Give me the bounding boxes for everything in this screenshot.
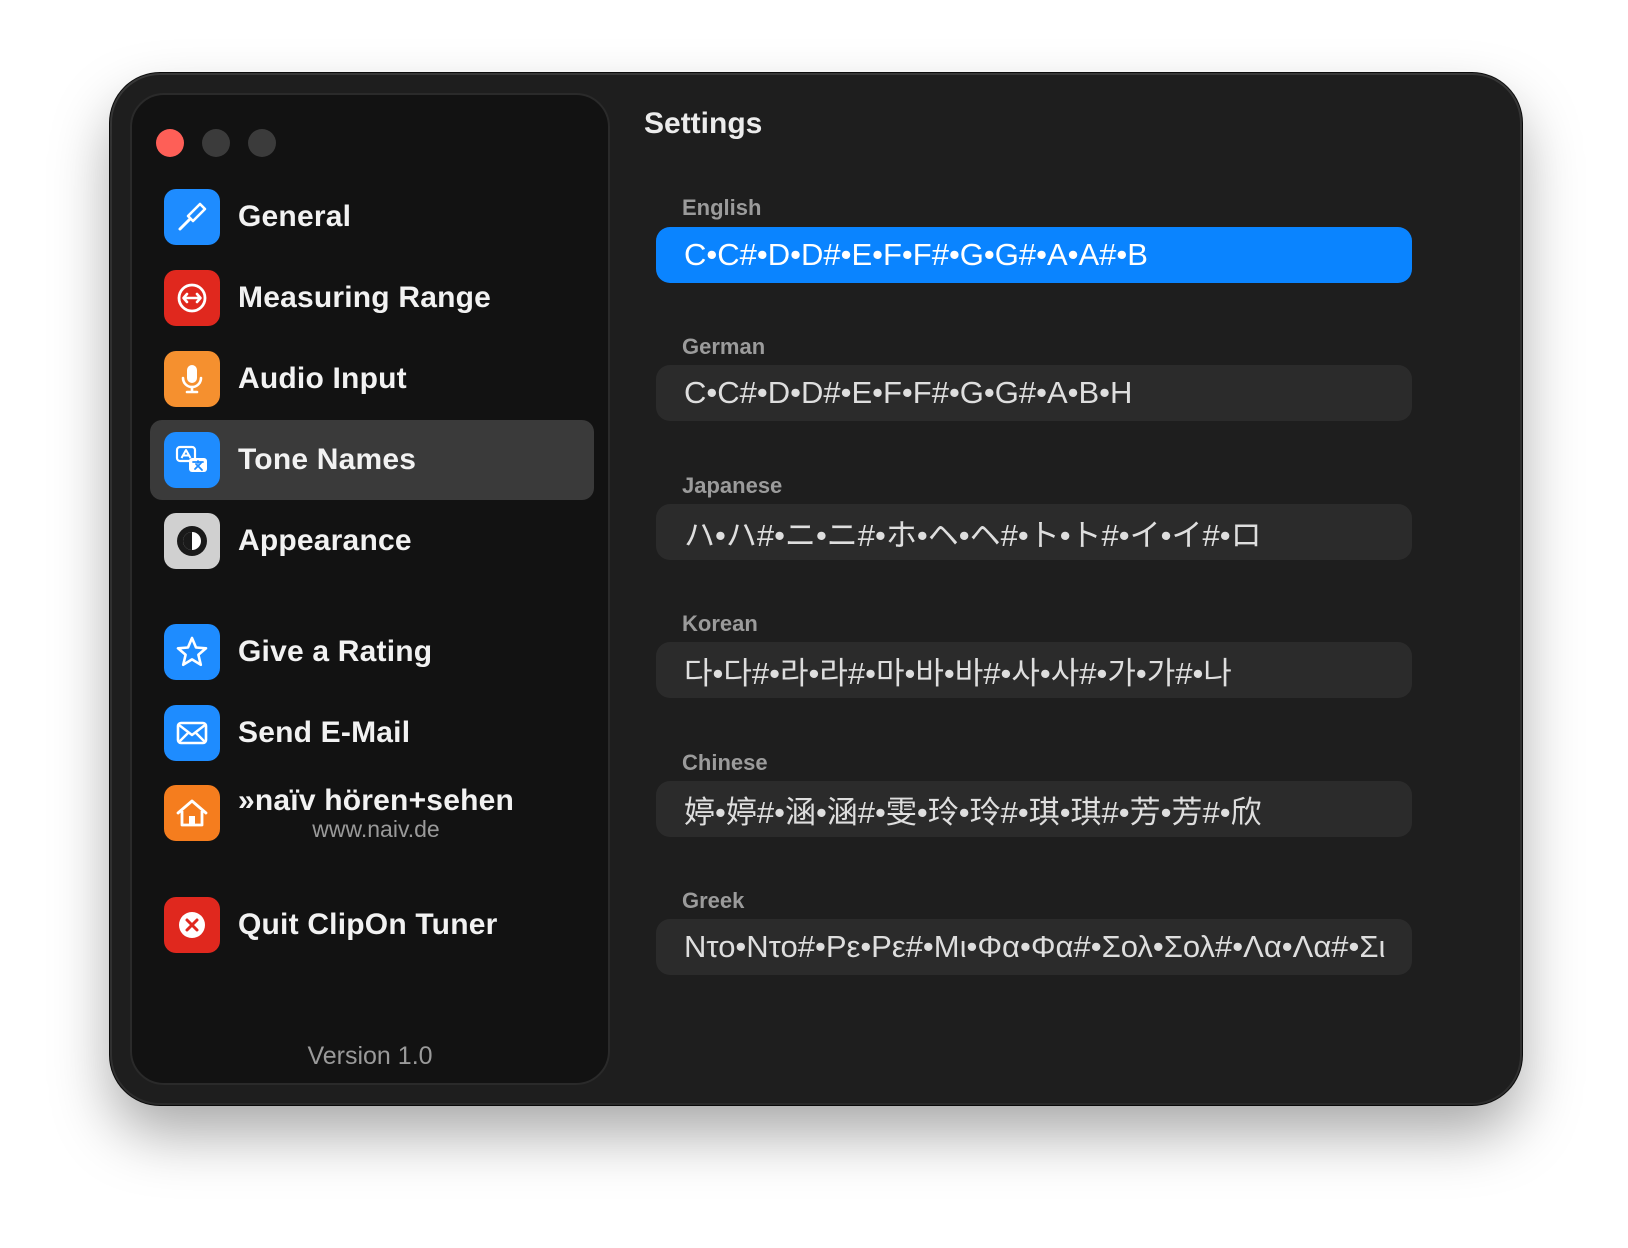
sidebar-item-label: Audio Input bbox=[238, 362, 407, 395]
tone-name-option-chinese[interactable]: 婷•婷#•涵•涵#•雯•玲•玲#•琪•琪#•芳•芳#•欣 bbox=[656, 781, 1412, 837]
settings-window: General Measuring Range Audio Input Tone… bbox=[112, 75, 1520, 1103]
sidebar-item-label: Tone Names bbox=[238, 443, 417, 476]
sidebar-item-label: »naïv hören+sehen bbox=[238, 783, 515, 817]
sidebar-item-quit[interactable]: Quit ClipOn Tuner bbox=[150, 885, 594, 965]
sidebar-item-website[interactable]: »naïv hören+sehen www.naiv.de bbox=[150, 773, 594, 853]
field-label-korean: Korean bbox=[682, 611, 758, 636]
main-content: Settings English C•C#•D•D#•E•F•F#•G•G#•A… bbox=[642, 75, 1520, 1103]
field-label-english: English bbox=[682, 195, 762, 220]
sidebar-item-send-email[interactable]: Send E-Mail bbox=[150, 693, 594, 773]
sidebar-item-tone-names[interactable]: Tone Names bbox=[150, 420, 594, 500]
translate-icon bbox=[164, 432, 220, 488]
sidebar-item-measuring-range[interactable]: Measuring Range bbox=[150, 258, 594, 338]
zoom-window-button[interactable] bbox=[248, 129, 276, 157]
sidebar-item-label: Quit ClipOn Tuner bbox=[238, 908, 498, 941]
sidebar-item-give-rating[interactable]: Give a Rating bbox=[150, 612, 594, 692]
envelope-icon bbox=[164, 705, 220, 761]
tone-name-option-german[interactable]: C•C#•D•D#•E•F•F#•G•G#•A•B•H bbox=[656, 365, 1412, 421]
minimize-window-button[interactable] bbox=[202, 129, 230, 157]
sidebar-item-appearance[interactable]: Appearance bbox=[150, 501, 594, 581]
tone-name-option-japanese[interactable]: ハ•ハ#•ニ•ニ#•ホ•ヘ•ヘ#•ト•ト#•イ•イ#•ロ bbox=[656, 504, 1412, 560]
sidebar-item-audio-input[interactable]: Audio Input bbox=[150, 339, 594, 419]
range-arrows-icon bbox=[164, 270, 220, 326]
close-x-icon bbox=[164, 897, 220, 953]
window-controls bbox=[156, 129, 276, 157]
website-link: »naïv hören+sehen www.naiv.de bbox=[238, 784, 514, 843]
tone-name-option-greek[interactable]: Ντο•Ντο#•Ρε•Ρε#•Μι•Φα•Φα#•Σολ•Σολ#•Λα•Λα… bbox=[656, 919, 1412, 975]
sidebar-item-label: Send E-Mail bbox=[238, 716, 411, 749]
tone-name-option-korean[interactable]: 다•다#•라•라#•마•바•바#•사•사#•가•가#•나 bbox=[656, 642, 1412, 698]
field-label-greek: Greek bbox=[682, 888, 745, 913]
tuning-fork-icon bbox=[164, 189, 220, 245]
tone-name-option-english[interactable]: C•C#•D•D#•E•F•F#•G•G#•A•A#•B bbox=[656, 227, 1412, 283]
sidebar-item-general[interactable]: General bbox=[150, 177, 594, 257]
field-label-japanese: Japanese bbox=[682, 473, 783, 498]
version-label: Version 1.0 bbox=[307, 1042, 433, 1070]
house-icon bbox=[164, 785, 220, 841]
sidebar: General Measuring Range Audio Input Tone… bbox=[130, 93, 610, 1085]
website-url: www.naiv.de bbox=[312, 815, 440, 842]
sidebar-item-label: General bbox=[238, 200, 352, 233]
close-window-button[interactable] bbox=[156, 129, 184, 157]
field-label-chinese: Chinese bbox=[682, 750, 768, 775]
star-icon bbox=[164, 624, 220, 680]
page-title: Settings bbox=[644, 107, 763, 140]
field-label-german: German bbox=[682, 334, 766, 359]
contrast-icon bbox=[164, 513, 220, 569]
sidebar-item-label: Measuring Range bbox=[238, 281, 492, 314]
microphone-icon bbox=[164, 351, 220, 407]
sidebar-item-label: Give a Rating bbox=[238, 635, 433, 668]
sidebar-item-label: Appearance bbox=[238, 524, 412, 557]
